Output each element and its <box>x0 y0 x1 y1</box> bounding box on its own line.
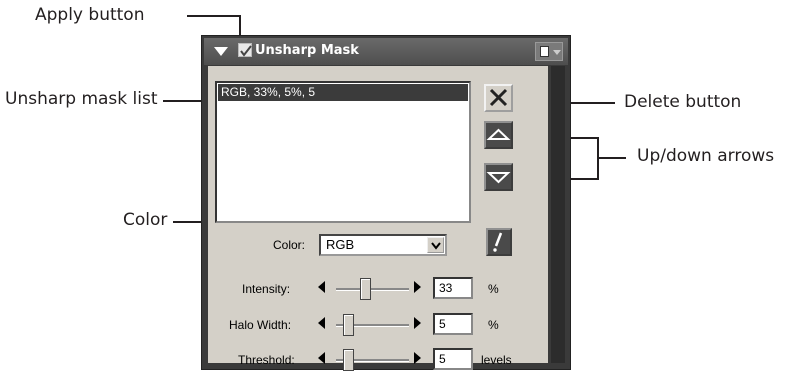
palette-title: Unsharp Mask <box>255 43 359 58</box>
exclamation-icon <box>493 232 503 252</box>
increase-arrow-icon[interactable] <box>414 352 421 364</box>
intensity-input[interactable]: 33 <box>433 277 473 299</box>
up-arrow-button[interactable] <box>484 121 513 149</box>
callout-color: Color <box>123 210 168 230</box>
halo-width-input[interactable]: 5 <box>433 313 473 335</box>
halo-width-slider-thumb[interactable] <box>343 314 354 336</box>
down-arrow-button[interactable] <box>484 163 513 191</box>
increase-arrow-icon[interactable] <box>414 281 421 293</box>
callout-apply-button: Apply button <box>35 5 145 25</box>
triangle-down-icon <box>486 172 511 184</box>
reset-button[interactable] <box>486 228 512 256</box>
halo-width-label: Halo Width: <box>229 318 292 332</box>
callout-delete-button: Delete button <box>624 92 742 112</box>
callout-up-down-arrows: Up/down arrows <box>637 146 775 166</box>
triangle-up-icon <box>486 128 511 140</box>
unsharp-mask-palette: Unsharp Mask RGB, 33%, 5%, 5 Color: RGB … <box>201 35 571 371</box>
threshold-label: Threshold: <box>238 353 295 367</box>
palette-menu-button[interactable] <box>535 42 563 61</box>
threshold-unit: levels <box>481 353 512 367</box>
halo-width-unit: % <box>488 318 499 332</box>
color-label: Color: <box>273 238 306 252</box>
select-arrow-button[interactable] <box>427 237 444 253</box>
x-icon <box>489 88 508 107</box>
intensity-label: Intensity: <box>242 282 291 296</box>
unsharp-mask-list[interactable]: RGB, 33%, 5%, 5 <box>215 81 471 223</box>
checkbox-icon <box>240 45 252 57</box>
color-select[interactable]: RGB <box>319 234 447 256</box>
threshold-input[interactable]: 5 <box>433 348 473 370</box>
intensity-slider-track[interactable] <box>336 288 409 291</box>
decrease-arrow-icon[interactable] <box>318 317 325 329</box>
callout-unsharp-mask-list: Unsharp mask list <box>5 89 158 109</box>
color-select-value: RGB <box>326 237 355 252</box>
decrease-arrow-icon[interactable] <box>318 281 325 293</box>
decrease-arrow-icon[interactable] <box>318 352 325 364</box>
triangle-down-icon[interactable] <box>214 47 228 56</box>
palette-titlebar: Unsharp Mask <box>204 38 568 65</box>
intensity-unit: % <box>488 282 499 296</box>
chevron-down-icon <box>553 50 561 55</box>
intensity-slider-thumb[interactable] <box>359 278 371 300</box>
list-item[interactable]: RGB, 33%, 5%, 5 <box>218 84 468 101</box>
threshold-slider-thumb[interactable] <box>343 349 354 371</box>
leader-line <box>187 15 240 17</box>
palette-content: RGB, 33%, 5%, 5 Color: RGB Intensity: 33… <box>208 66 548 371</box>
document-icon <box>540 46 549 57</box>
palette-scroll-strip <box>551 66 565 363</box>
apply-checkbox[interactable] <box>238 43 252 57</box>
delete-button[interactable] <box>484 84 513 112</box>
chevron-down-icon <box>431 242 441 250</box>
leader-line <box>598 157 626 159</box>
increase-arrow-icon[interactable] <box>414 317 421 329</box>
